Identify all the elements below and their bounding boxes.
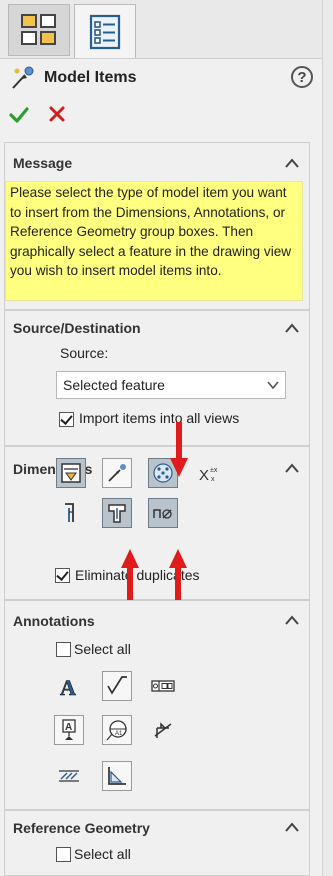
section-title-reference-geometry: Reference Geometry [13,820,150,836]
geometric-tolerance-icon [151,680,175,692]
red-arrow-up-icon [121,549,139,604]
section-title-annotations: Annotations [13,613,95,629]
weld-symbol-icon [154,722,172,738]
geometric-tolerance-button[interactable] [148,671,178,701]
chevron-up-icon[interactable] [285,615,299,625]
datum-feature-icon: A [62,719,76,740]
datum-target-icon: A1 [106,720,127,741]
tolerance-dimension-icon: X ±x x [199,467,218,484]
red-arrow-up-icon [169,549,187,604]
vertical-scrollbar[interactable] [322,0,333,876]
weld-symbol-button[interactable] [148,715,178,745]
hole-wizard-locations-button[interactable] [102,498,132,528]
property-manager-pane: Model Items ? Message Please select the … [0,0,322,876]
datum-target-button[interactable]: A1 [102,715,132,745]
red-arrow-down-icon [170,422,188,477]
surface-finish-icon [107,676,127,695]
surface-finish-button[interactable] [102,671,132,701]
message-section: Message Please select the type of model … [4,142,310,310]
svg-text:A1: A1 [115,731,123,737]
svg-text:A: A [65,722,72,733]
marked-for-drawing-button[interactable] [56,458,86,488]
help-button[interactable]: ? [291,66,313,88]
property-manager-tab[interactable] [74,4,136,58]
cosmetic-thread-icon [59,770,79,782]
note-button[interactable]: A [54,671,84,701]
reference-select-all-checkbox[interactable] [56,847,71,862]
hole-callout-icon [153,509,172,519]
svg-text:x: x [211,476,215,483]
model-items-icon [12,66,34,89]
feature-manager-tree-icon [21,14,56,45]
hole-wizard-profile-icon [65,503,74,522]
source-label: Source: [60,345,109,361]
cancel-button[interactable] [48,105,66,123]
svg-text:±x: ±x [210,467,218,474]
reference-geometry-section: Reference Geometry [4,810,310,876]
page-title: Model Items [44,69,137,86]
svg-text:A: A [60,675,76,698]
reference-select-all-label: Select all [74,846,131,862]
caterpillar-end-treatment-button[interactable] [102,761,132,791]
tolerance-dimension-button[interactable]: X ±x x [194,458,224,488]
chevron-up-icon[interactable] [285,822,299,832]
eliminate-duplicates-checkbox[interactable] [55,568,70,583]
import-all-views-checkbox[interactable] [59,412,74,427]
ok-button[interactable] [9,105,29,125]
property-manager-icon [89,14,121,49]
chevron-up-icon[interactable] [285,323,299,333]
import-all-views-label: Import items into all views [79,410,240,426]
source-dropdown[interactable]: Selected feature [56,371,286,399]
note-icon: A [60,675,77,698]
datum-feature-button[interactable]: A [54,715,84,745]
source-value: Selected feature [63,377,165,393]
section-title-message: Message [13,155,73,171]
hole-wizard-locations-icon [108,504,126,523]
annotations-section: Annotations [4,600,310,810]
not-marked-for-drawing-button[interactable] [102,458,132,488]
not-marked-for-drawing-icon [108,464,126,482]
caterpillar-end-treatment-icon [108,767,126,785]
hole-wizard-profile-button[interactable] [56,498,86,528]
marked-for-drawing-icon [61,463,81,483]
chevron-up-icon[interactable] [285,158,299,168]
section-title-source-destination: Source/Destination [13,320,141,336]
manager-tabs [0,0,322,59]
chevron-down-icon [267,381,279,389]
message-text: Please select the type of model item you… [5,181,303,301]
cosmetic-thread-button[interactable] [54,761,84,791]
chevron-up-icon[interactable] [285,463,299,473]
hole-callout-button[interactable] [148,498,178,528]
svg-text:X: X [199,467,209,484]
annotations-select-all-label: Select all [74,641,131,657]
annotations-select-all-checkbox[interactable] [56,642,71,657]
feature-manager-tab[interactable] [8,4,70,56]
